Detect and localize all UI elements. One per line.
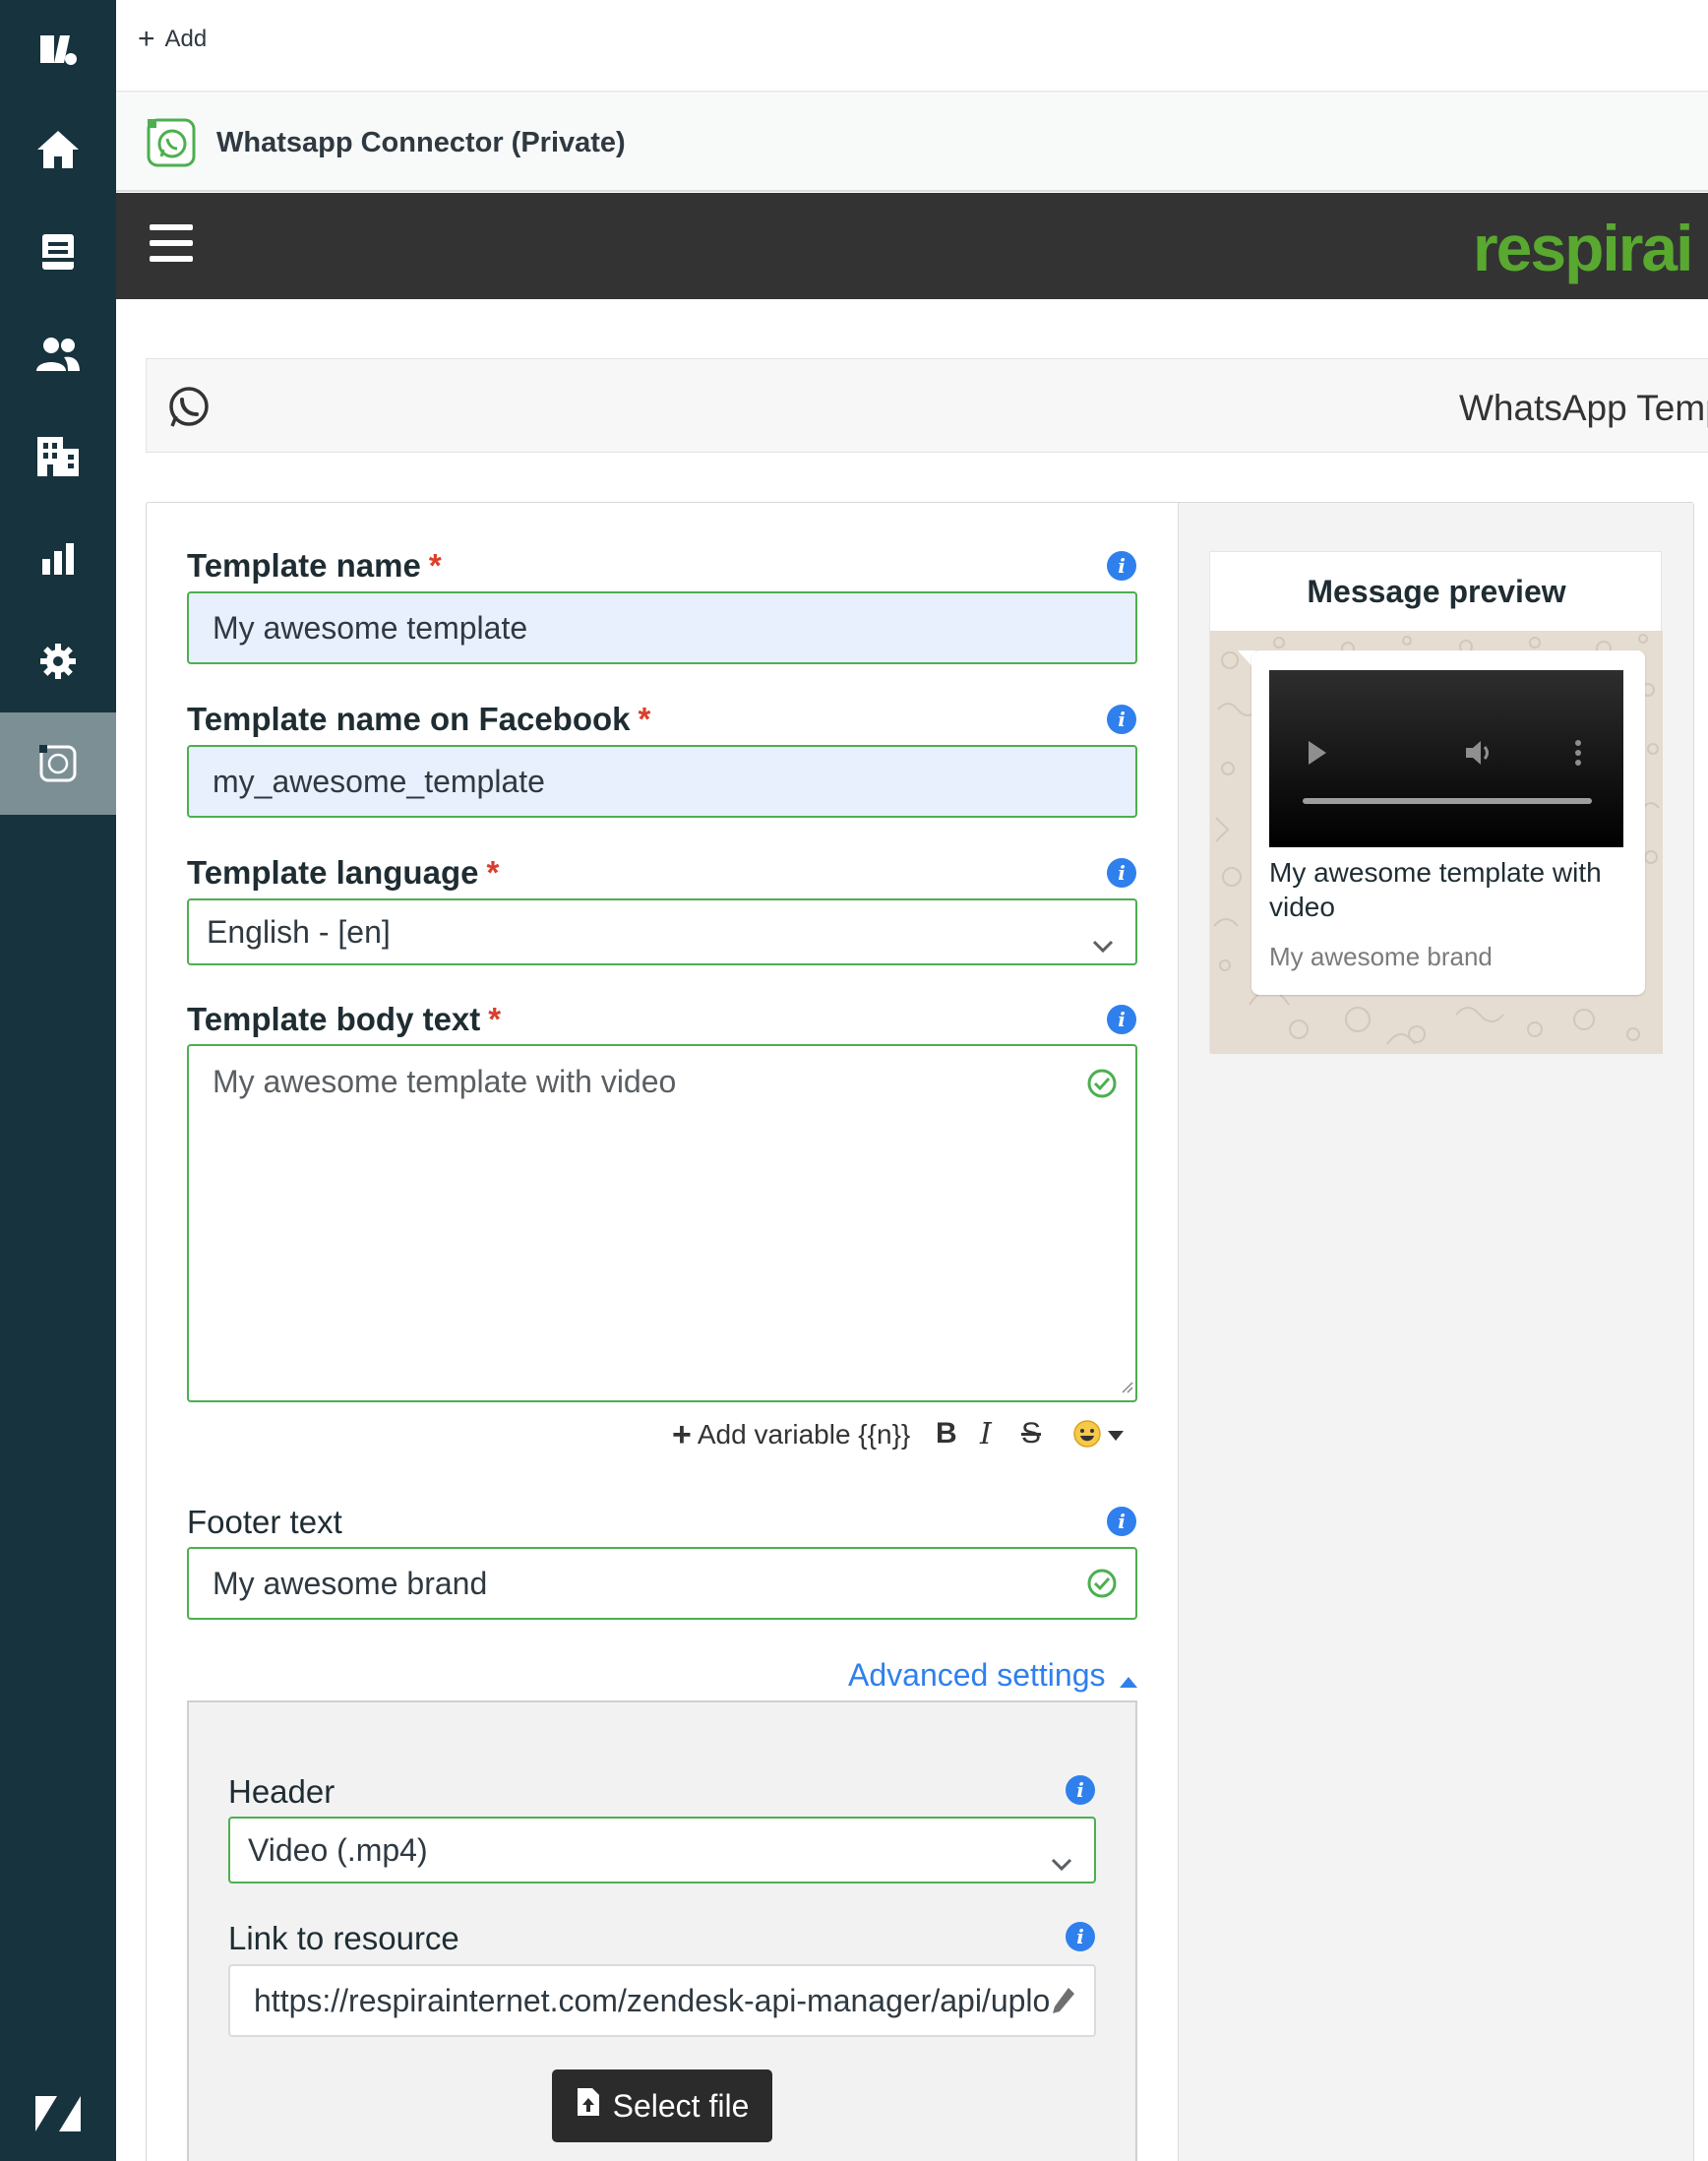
template-language-label: Template language * [187,854,500,891]
message-preview-heading: Message preview [1307,574,1566,609]
footer-text-input[interactable]: My awesome brand [187,1547,1137,1620]
chevron-down-icon [1051,1843,1072,1880]
video-player[interactable] [1269,670,1623,847]
header-info-icon[interactable]: i [1066,1775,1095,1805]
pencil-edit-icon[interactable] [1051,1986,1076,2023]
video-progress-bar[interactable] [1303,798,1592,804]
template-language-select[interactable]: English - [en] [187,898,1137,965]
italic-button[interactable]: I [980,1417,992,1451]
footer-text-info-icon[interactable]: i [1107,1507,1136,1536]
add-button-label: Add [164,26,208,52]
whatsapp-connector-icon [146,117,197,168]
more-options-icon[interactable] [1574,739,1582,772]
header-label: Header [228,1773,336,1810]
emoji-picker-button[interactable] [1072,1419,1124,1453]
plus-icon: + [138,23,155,55]
chat-background: My awesome template with video My awesom… [1210,631,1663,1054]
template-name-facebook-label: Template name on Facebook * [187,701,651,737]
app-header: Whatsapp Connector (Private) [116,93,1708,192]
play-icon[interactable] [1309,741,1326,770]
customers-icon[interactable] [0,303,116,405]
zendesk-logo-icon[interactable] [0,0,116,102]
app-title: Whatsapp Connector (Private) [216,127,626,158]
template-body-info-icon[interactable]: i [1107,1005,1136,1034]
preview-footer-text: My awesome brand [1269,942,1493,971]
template-body-text: My awesome template with video [213,1064,677,1099]
brand-logo: respirai [1473,212,1693,284]
hamburger-menu-icon[interactable] [150,224,193,264]
template-body-label: Template body text * [187,1001,502,1037]
add-variable-button[interactable]: + Add variable {{n}} [672,1415,910,1454]
strikethrough-button[interactable]: S [1021,1417,1041,1451]
views-icon[interactable] [0,201,116,303]
template-name-facebook-info-icon[interactable]: i [1107,705,1136,734]
file-upload-icon [576,2086,601,2126]
caret-down-icon [1108,1428,1124,1446]
template-body-textarea[interactable]: My awesome template with video [187,1044,1137,1402]
template-name-label: Template name * [187,547,442,584]
advanced-settings-toggle[interactable]: Advanced settings [848,1657,1138,1696]
plus-icon: + [672,1415,692,1453]
link-to-resource-input[interactable]: https://respirainternet.com/zendesk-api-… [228,1964,1096,2037]
settings-gear-icon[interactable] [0,610,116,712]
whatsapp-icon [166,385,212,430]
resize-handle-icon[interactable] [1118,1378,1133,1398]
template-name-input[interactable]: My awesome template [187,591,1137,664]
bold-button[interactable]: B [936,1417,957,1451]
footer-text-label: Footer text [187,1504,342,1540]
reporting-icon[interactable] [0,508,116,610]
template-name-info-icon[interactable]: i [1107,551,1136,581]
whatsapp-app-icon[interactable] [0,712,116,815]
volume-icon[interactable] [1464,739,1495,772]
message-bubble: My awesome template with video My awesom… [1251,650,1645,995]
template-language-info-icon[interactable]: i [1107,858,1136,888]
caret-up-icon [1120,1659,1138,1696]
valid-check-icon [1086,1568,1118,1607]
link-to-resource-label: Link to resource [228,1920,459,1956]
home-icon[interactable] [0,98,116,201]
header-type-select[interactable]: Video (.mp4) [228,1817,1096,1883]
select-file-button[interactable]: Select file [552,2069,772,2142]
link-to-resource-info-icon[interactable]: i [1066,1922,1095,1951]
template-name-facebook-input[interactable]: my_awesome_template [187,745,1137,818]
valid-check-icon [1086,1068,1118,1104]
preview-body-text: My awesome template with video [1269,857,1602,922]
sidebar [0,0,116,2161]
app-banner: respirai [116,193,1708,299]
organizations-icon[interactable] [0,405,116,508]
top-bar: + Add [116,0,1708,93]
chevron-down-icon [1092,925,1114,961]
zendesk-z-icon[interactable] [0,2063,116,2161]
message-preview-card: Message preview My awesome template with… [1209,551,1663,1054]
page-title: WhatsApp Temp [1459,388,1708,428]
add-button[interactable]: + Add [138,23,208,55]
emoji-smiley-icon [1072,1419,1102,1453]
